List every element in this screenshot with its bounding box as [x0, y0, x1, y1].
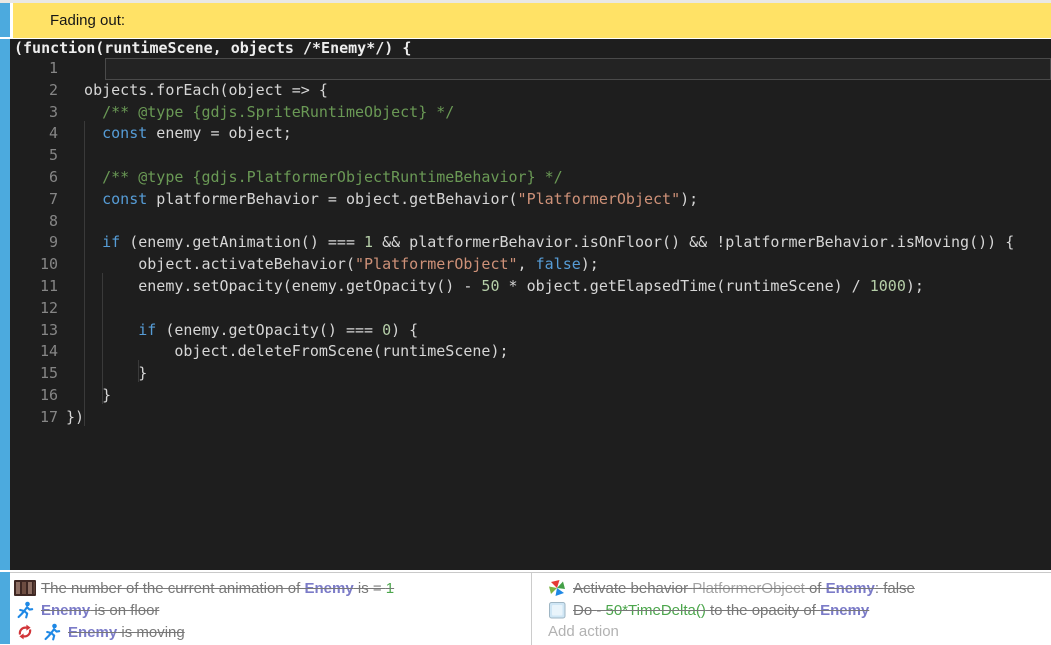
add-action-button[interactable]: Add action: [542, 621, 1051, 643]
code-line-content: object.deleteFromScene(runtimeScene);: [66, 341, 1051, 363]
line-number: 3: [10, 102, 58, 124]
code-line-9[interactable]: 9 if (enemy.getAnimation() === 1 && plat…: [10, 232, 1051, 254]
line-number: 7: [10, 189, 58, 211]
code-line-1[interactable]: 1: [10, 58, 1051, 80]
code-line-content: /** @type {gdjs.PlatformerObjectRuntimeB…: [66, 167, 1051, 189]
line-number: 14: [10, 341, 58, 363]
js-code-header: (function(runtimeScene, objects /*Enemy*…: [14, 39, 411, 58]
line-number: 12: [10, 298, 58, 320]
code-line-16[interactable]: 16 }: [10, 385, 1051, 407]
code-line-content: object.activateBehavior("PlatformerObjec…: [66, 254, 1051, 276]
line-number: 9: [10, 232, 58, 254]
code-line-11[interactable]: 11 enemy.setOpacity(enemy.getOpacity() -…: [10, 276, 1051, 298]
code-line-content: }: [66, 385, 1051, 407]
code-line-content: [66, 298, 1051, 320]
line-number: 1: [10, 58, 58, 80]
code-line-7[interactable]: 7 const platformerBehavior = object.getB…: [10, 189, 1051, 211]
comment-block[interactable]: Fading out:: [13, 3, 1051, 38]
line-number: 17: [10, 407, 58, 429]
code-line-content: [66, 211, 1051, 233]
code-line-12[interactable]: 12: [10, 298, 1051, 320]
code-line-17[interactable]: 17}): [10, 407, 1051, 429]
code-line-content: const enemy = object;: [66, 123, 1051, 145]
js-code-event[interactable]: (function(runtimeScene, objects /*Enemy*…: [10, 39, 1051, 570]
run-icon: [14, 601, 36, 619]
line-number: 8: [10, 211, 58, 233]
code-line-content: [66, 145, 1051, 167]
action-row[interactable]: Do - 50*TimeDelta() to the opacity of En…: [542, 599, 1051, 621]
code-line-13[interactable]: 13 if (enemy.getOpacity() === 0) {: [10, 320, 1051, 342]
animation-icon: [14, 579, 36, 597]
code-line-content: [105, 58, 1051, 80]
line-number: 4: [10, 123, 58, 145]
code-line-15[interactable]: 15 }: [10, 363, 1051, 385]
line-number: 16: [10, 385, 58, 407]
code-line-content: /** @type {gdjs.SpriteRuntimeObject} */: [66, 102, 1051, 124]
line-number: 6: [10, 167, 58, 189]
code-editor[interactable]: 12 objects.forEach(object => {3 /** @typ…: [10, 58, 1051, 429]
line-number: 5: [10, 145, 58, 167]
code-line-3[interactable]: 3 /** @type {gdjs.SpriteRuntimeObject} *…: [10, 102, 1051, 124]
event-selection-strip: [0, 3, 10, 644]
code-line-content: }: [66, 363, 1051, 385]
code-line-10[interactable]: 10 object.activateBehavior("PlatformerOb…: [10, 254, 1051, 276]
line-number: 15: [10, 363, 58, 385]
event-row: The number of the current animation of E…: [10, 572, 1051, 644]
code-line-content: objects.forEach(object => {: [66, 80, 1051, 102]
code-line-5[interactable]: 5: [10, 145, 1051, 167]
condition-row[interactable]: Enemy is moving: [10, 621, 531, 643]
code-line-2[interactable]: 2 objects.forEach(object => {: [10, 80, 1051, 102]
code-line-8[interactable]: 8: [10, 211, 1051, 233]
js-code-footer: })(runtimeScene, objects /*Enemy*/); // …: [14, 548, 1051, 570]
code-line-6[interactable]: 6 /** @type {gdjs.PlatformerObjectRuntim…: [10, 167, 1051, 189]
event-separator: [0, 37, 13, 39]
line-number: 2: [10, 80, 58, 102]
invert-icon: [14, 623, 36, 641]
action-row[interactable]: Activate behavior PlatformerObject of En…: [542, 577, 1051, 599]
line-number: 13: [10, 320, 58, 342]
line-number: 10: [10, 254, 58, 276]
behavior-icon: [546, 579, 568, 597]
event-separator: [0, 570, 13, 572]
code-line-14[interactable]: 14 object.deleteFromScene(runtimeScene);: [10, 341, 1051, 363]
condition-text: The number of the current animation of E…: [41, 580, 394, 597]
condition-row[interactable]: The number of the current animation of E…: [10, 577, 531, 599]
code-line-content: if (enemy.getAnimation() === 1 && platfo…: [66, 232, 1051, 254]
conditions-column: The number of the current animation of E…: [10, 573, 531, 645]
actions-column: Activate behavior PlatformerObject of En…: [532, 573, 1051, 645]
condition-row[interactable]: Enemy is on floor: [10, 599, 531, 621]
comment-text: Fading out:: [50, 3, 125, 38]
condition-text: Enemy is moving: [68, 624, 185, 641]
action-text: Activate behavior PlatformerObject of En…: [573, 580, 915, 597]
code-line-4[interactable]: 4 const enemy = object;: [10, 123, 1051, 145]
action-text: Do - 50*TimeDelta() to the opacity of En…: [573, 602, 869, 619]
code-line-content: if (enemy.getOpacity() === 0) {: [66, 320, 1051, 342]
line-number: 11: [10, 276, 58, 298]
code-line-content: }): [66, 407, 1051, 429]
code-line-content: enemy.setOpacity(enemy.getOpacity() - 50…: [66, 276, 1051, 298]
run-icon: [41, 623, 63, 641]
condition-text: Enemy is on floor: [41, 602, 159, 619]
code-line-content: const platformerBehavior = object.getBeh…: [66, 189, 1051, 211]
opacity-icon: [546, 601, 568, 619]
